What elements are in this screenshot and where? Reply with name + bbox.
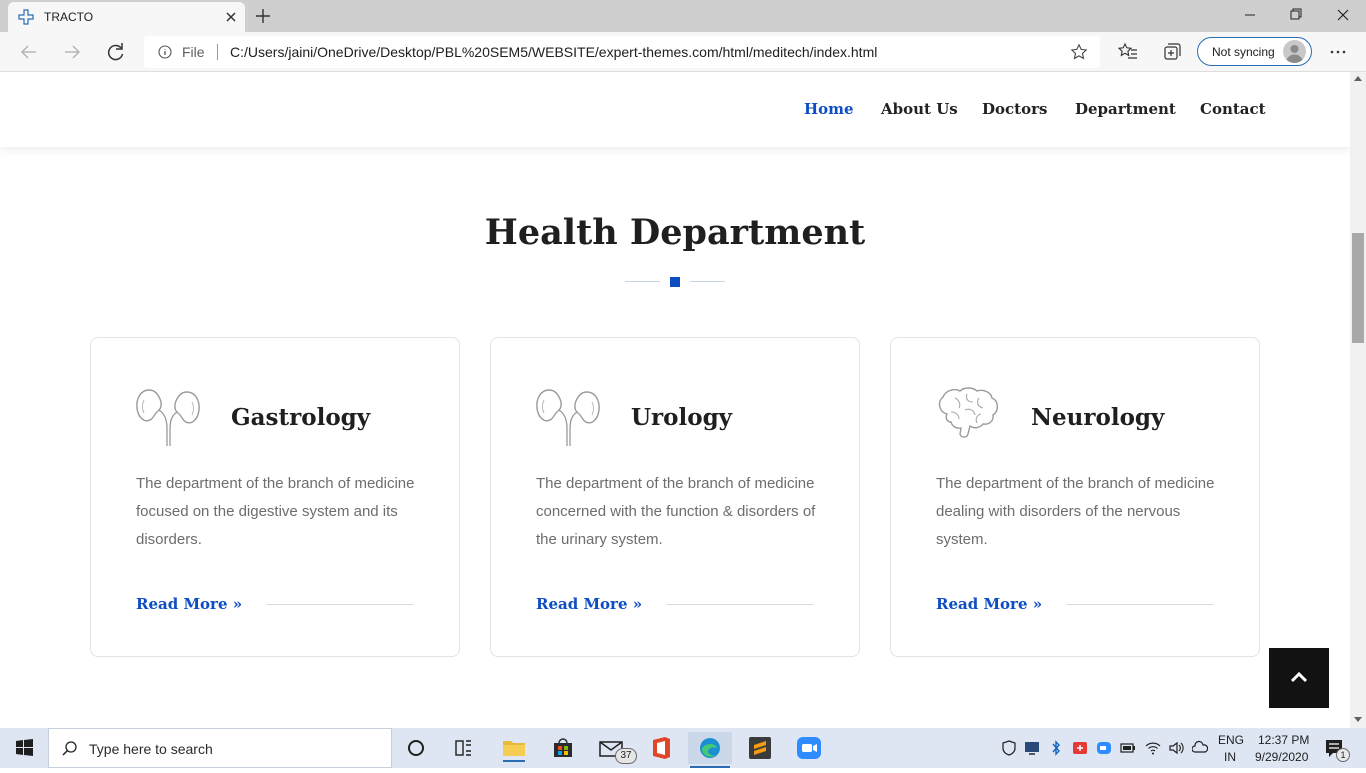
nav-contact-link[interactable]: Contact bbox=[1200, 100, 1266, 118]
card-description: The department of the branch of medicine… bbox=[536, 475, 816, 548]
scroll-to-top-button[interactable] bbox=[1269, 648, 1329, 708]
taskbar-search-box[interactable]: Type here to search bbox=[48, 728, 392, 768]
task-view-icon[interactable] bbox=[441, 732, 485, 764]
volume-icon[interactable] bbox=[1168, 740, 1184, 756]
double-chevron-right-icon: » bbox=[232, 595, 243, 613]
favorites-icon[interactable] bbox=[1117, 41, 1139, 63]
bluetooth-icon[interactable] bbox=[1048, 740, 1064, 756]
sync-status-label: Not syncing bbox=[1212, 45, 1275, 59]
medical-cross-icon bbox=[18, 9, 34, 25]
close-window-icon[interactable] bbox=[1320, 4, 1366, 26]
battery-icon[interactable] bbox=[1120, 740, 1136, 756]
language-region[interactable]: IN bbox=[1224, 750, 1236, 764]
read-more-link[interactable]: Read More » bbox=[536, 595, 642, 613]
card-title: Urology bbox=[631, 404, 733, 431]
department-card-neurology: Neurology The department of the branch o… bbox=[890, 337, 1260, 657]
card-description: The department of the branch of medicine… bbox=[936, 475, 1215, 548]
browser-tab-strip: TRACTO bbox=[0, 0, 1366, 32]
read-more-label: Read More bbox=[136, 595, 228, 613]
restore-icon[interactable] bbox=[1273, 4, 1319, 26]
read-more-label: Read More bbox=[936, 595, 1028, 613]
brain-icon bbox=[938, 387, 999, 438]
read-more-link[interactable]: Read More » bbox=[936, 595, 1042, 613]
minimize-icon[interactable] bbox=[1227, 4, 1273, 26]
display-monitor-icon[interactable] bbox=[1024, 740, 1040, 756]
zoom-icon[interactable] bbox=[787, 732, 831, 764]
department-card-gastrology: Gastrology The department of the branch … bbox=[90, 337, 460, 657]
avatar bbox=[1283, 40, 1306, 63]
cortana-icon[interactable] bbox=[394, 732, 438, 764]
more-options-icon[interactable] bbox=[1327, 41, 1349, 63]
collections-icon[interactable] bbox=[1161, 41, 1183, 63]
wifi-icon[interactable] bbox=[1145, 740, 1161, 756]
title-divider-dot bbox=[670, 277, 680, 287]
section-title: Health Department bbox=[484, 212, 866, 253]
nav-about-link[interactable]: About Us bbox=[881, 100, 958, 118]
scroll-up-arrow-icon[interactable] bbox=[1353, 74, 1363, 82]
address-bar[interactable]: File C:/Users/jaini/OneDrive/Desktop/PBL… bbox=[144, 36, 1100, 68]
favorite-star-icon[interactable] bbox=[1070, 43, 1088, 61]
microsoft-store-icon[interactable] bbox=[541, 732, 585, 764]
mail-app-button[interactable]: 37 bbox=[590, 732, 637, 764]
kidneys-icon bbox=[536, 389, 600, 446]
refresh-icon[interactable] bbox=[103, 40, 129, 64]
url-text[interactable]: C:/Users/jaini/OneDrive/Desktop/PBL%20SE… bbox=[230, 44, 877, 60]
edge-app-button[interactable] bbox=[688, 732, 732, 768]
clock-time[interactable]: 12:37 PM bbox=[1258, 733, 1309, 747]
card-footer-line bbox=[1066, 604, 1214, 605]
nav-home-link[interactable]: Home bbox=[804, 100, 854, 118]
user-icon bbox=[1286, 45, 1303, 63]
card-footer-line bbox=[266, 604, 414, 605]
double-chevron-right-icon: » bbox=[632, 595, 643, 613]
language-indicator[interactable]: ENG bbox=[1218, 733, 1244, 747]
scrollbar-thumb[interactable] bbox=[1352, 233, 1364, 343]
page-scrollbar[interactable] bbox=[1350, 72, 1366, 728]
card-footer-line bbox=[666, 604, 814, 605]
forward-icon[interactable] bbox=[59, 40, 85, 64]
address-separator bbox=[217, 44, 218, 60]
search-placeholder: Type here to search bbox=[89, 741, 213, 757]
mail-unread-badge: 37 bbox=[615, 748, 637, 764]
search-icon bbox=[62, 741, 77, 756]
scroll-down-arrow-icon[interactable] bbox=[1353, 716, 1363, 724]
clock-date[interactable]: 9/29/2020 bbox=[1255, 750, 1308, 764]
tab-title: TRACTO bbox=[44, 10, 94, 24]
browser-toolbar: File C:/Users/jaini/OneDrive/Desktop/PBL… bbox=[0, 32, 1366, 72]
edge-browser-icon bbox=[700, 738, 720, 758]
start-button[interactable] bbox=[0, 728, 48, 768]
profile-sync-button[interactable]: Not syncing bbox=[1197, 37, 1312, 66]
windows-taskbar: Type here to search 37 ENG IN 12:37 PM 9… bbox=[0, 728, 1366, 768]
info-icon[interactable] bbox=[158, 45, 172, 59]
card-title: Gastrology bbox=[231, 404, 371, 431]
department-card-urology: Urology The department of the branch of … bbox=[490, 337, 860, 657]
address-scheme-label: File bbox=[182, 44, 205, 60]
nav-department-link[interactable]: Department bbox=[1075, 100, 1176, 118]
security-shield-icon[interactable] bbox=[1001, 740, 1017, 756]
site-header: Home About Us Doctors Department Contact bbox=[0, 72, 1350, 147]
title-divider-left bbox=[625, 281, 660, 282]
new-tab-icon[interactable] bbox=[252, 5, 274, 27]
app-tray-icon[interactable] bbox=[1072, 740, 1088, 756]
page-viewport: Home About Us Doctors Department Contact… bbox=[0, 72, 1350, 728]
back-icon[interactable] bbox=[16, 40, 42, 64]
nav-doctors-link[interactable]: Doctors bbox=[982, 100, 1047, 118]
onedrive-sync-icon[interactable] bbox=[1192, 740, 1208, 756]
chevron-up-icon bbox=[1290, 671, 1308, 683]
title-divider-right bbox=[690, 281, 725, 282]
notifications-button[interactable]: 1 bbox=[1318, 734, 1352, 764]
office-icon[interactable] bbox=[639, 732, 683, 764]
read-more-label: Read More bbox=[536, 595, 628, 613]
card-title: Neurology bbox=[1031, 404, 1165, 431]
sublime-text-icon[interactable] bbox=[738, 732, 782, 764]
kidneys-icon bbox=[136, 389, 200, 446]
card-description: The department of the branch of medicine… bbox=[136, 475, 415, 548]
zoom-tray-icon[interactable] bbox=[1096, 740, 1112, 756]
read-more-link[interactable]: Read More » bbox=[136, 595, 242, 613]
file-explorer-icon[interactable] bbox=[492, 732, 536, 764]
notification-count-badge: 1 bbox=[1336, 748, 1350, 762]
close-tab-icon[interactable] bbox=[222, 8, 240, 26]
windows-logo-icon bbox=[16, 739, 33, 756]
browser-tab[interactable]: TRACTO bbox=[8, 2, 245, 32]
double-chevron-right-icon: » bbox=[1032, 595, 1043, 613]
